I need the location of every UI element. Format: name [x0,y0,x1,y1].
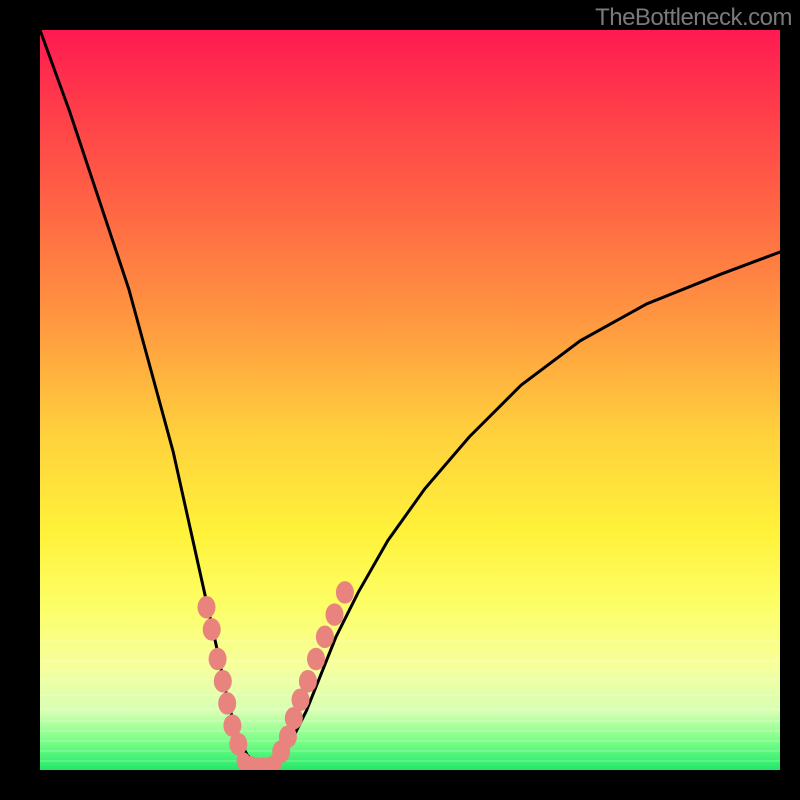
data-marker [316,626,334,649]
watermark-text: TheBottleneck.com [595,4,792,32]
data-marker [203,618,221,641]
data-marker [229,733,247,756]
plot-area [40,30,780,770]
bottom-stripes [40,630,780,770]
data-marker [307,648,325,671]
data-marker [299,670,317,693]
data-marker [272,740,290,763]
data-marker [237,752,251,770]
data-marker [336,581,354,604]
curve-svg [40,30,780,770]
data-marker [326,603,344,626]
data-marker [214,670,232,693]
data-marker [256,758,270,770]
data-marker [292,688,310,711]
marker-cluster-bottom [237,752,283,770]
bottleneck-curve [40,30,780,766]
data-marker [250,758,264,770]
data-marker [279,725,297,748]
marker-cluster-left [198,596,248,755]
data-marker [209,648,227,671]
data-marker [218,692,236,715]
marker-cluster-right [272,581,354,763]
data-marker [262,757,276,770]
data-marker [244,756,258,770]
data-marker [285,707,303,730]
chart-frame: TheBottleneck.com [0,0,800,800]
data-marker [198,596,216,619]
data-marker [223,714,241,737]
data-marker [268,754,282,770]
